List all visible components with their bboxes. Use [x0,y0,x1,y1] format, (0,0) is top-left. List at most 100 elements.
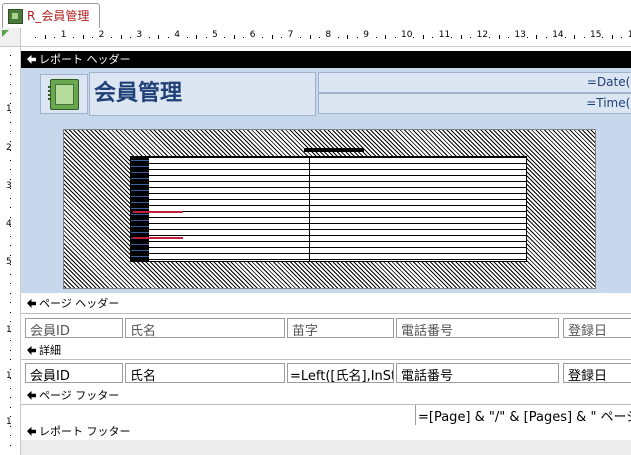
ruler-dot [10,55,11,56]
ruler-number: 4 [174,30,180,40]
ruler-number: 11 [438,30,451,40]
ruler-dot [73,37,75,38]
ruler-dot [186,37,188,38]
ruler-dot [10,359,11,360]
ruler-dot [10,406,11,408]
report-title: 会員管理 [94,81,183,106]
notebook-icon [48,79,79,110]
ruler-dot [10,121,11,123]
vertical-ruler[interactable]: 12345111 [0,47,21,455]
ruler-dot [10,264,11,265]
section-arrow-icon [27,427,36,436]
ruler-number: 1 [60,30,67,40]
ruler-dot [10,425,11,427]
ruler-dot [10,416,11,417]
section-bar-report-header[interactable]: レポート ヘッダー [21,51,631,68]
ruler-dot [10,387,11,389]
section-bar-report-footer[interactable]: レポート フッター [21,425,631,439]
ruler-dot [470,37,472,38]
ruler-dot [10,74,11,75]
ruler-dot [262,37,264,38]
ruler-dot [10,397,11,398]
ruler-dot [10,235,11,237]
page-header-band[interactable]: 会員ID 氏名 苗字 電話番号 登録日 [21,314,631,342]
section-bar-page-header[interactable]: ページ ヘッダー [21,297,631,311]
ruler-dot [10,444,11,446]
ruler-dot [10,245,11,246]
ruler-dot [148,37,150,38]
section-label: ページ ヘッダー [39,297,120,310]
ruler-dot [621,37,623,38]
ruler-number: 8 [325,30,332,40]
subreport-control[interactable] [63,129,596,289]
section-bar-detail[interactable]: 詳細 [21,344,631,358]
title-label-control[interactable]: 会員管理 [89,72,316,116]
ruler-dot [564,37,566,38]
ruler-dot [10,378,11,379]
ruler-half-tick [271,35,273,39]
ruler-dot [281,37,283,38]
section-arrow-icon [27,346,36,355]
textbox-phone[interactable]: 電話番号 [396,363,559,383]
tab-report[interactable]: R_会員管理 [2,3,100,28]
ruler-half-tick [309,35,311,39]
ruler-number: 9 [363,30,369,40]
report-selector[interactable] [0,28,21,47]
section-bar-page-footer[interactable]: ページ フッター [21,389,631,403]
report-icon [8,9,23,24]
textbox-page-number[interactable]: =[Page] & "/" & [Pages] & " ページ" [415,405,631,425]
ruler-dot [10,254,11,256]
label-phone[interactable]: 電話番号 [396,318,559,338]
tab-label: R_会員管理 [27,9,90,23]
ruler-dot [375,37,377,38]
ruler-dot [10,216,11,218]
ruler-dot [10,226,11,227]
label-registered-date[interactable]: 登録日 [563,318,631,338]
ruler-dot [526,37,528,38]
ruler-half-tick [120,35,122,39]
ruler-dot [10,112,11,113]
ruler-number: 2 [98,30,105,40]
textbox-surname-expression[interactable]: =Left([氏名],InStr([氏名] [287,363,394,383]
ruler-half-tick [536,35,538,39]
date-expression: =Date() [586,75,631,89]
ruler-half-tick [233,35,235,39]
label-member-id[interactable]: 会員ID [25,318,123,338]
ruler-dot [10,340,11,341]
page-footer-band[interactable]: =[Page] & "/" & [Pages] & " ページ" [21,405,631,425]
ruler-dot [432,37,434,38]
ruler-dot [167,37,169,38]
ruler-number: 3 [136,30,143,40]
textbox-member-id[interactable]: 会員ID [25,363,123,383]
ruler-half-tick [574,35,576,39]
ruler-number: 10 [401,30,413,40]
ruler-number: 1 [6,371,12,381]
report-footer-band[interactable] [21,440,631,455]
ruler-half-tick [422,35,424,39]
ruler-dot [10,283,11,284]
label-surname[interactable]: 苗字 [287,318,394,338]
section-label: ページ フッター [39,389,120,402]
time-textbox[interactable]: =Time() [318,93,631,114]
logo-control[interactable] [40,74,88,114]
time-expression: =Time() [586,96,631,110]
ruler-dot [489,37,491,38]
subreport-column-divider [309,157,310,261]
ruler-dot [507,37,509,38]
subreport-highlight [133,211,183,213]
date-textbox[interactable]: =Date() [318,72,631,93]
subreport-highlight [133,237,183,239]
detail-band[interactable]: 会員ID 氏名 =Left([氏名],InStr([氏名] 電話番号 登録日 [21,360,631,387]
subreport-id-column [131,157,149,261]
ruler-number: 13 [514,30,526,40]
ruler-dot [10,131,11,132]
ruler-half-tick [82,35,84,39]
horizontal-ruler[interactable]: 12345678910111213141516 [21,28,631,47]
ruler-dot [10,292,11,294]
ruler-dot [545,37,547,38]
section-arrow-icon [27,55,36,64]
label-name[interactable]: 氏名 [125,318,285,338]
textbox-registered-date[interactable]: 登録日 [563,363,631,383]
textbox-name[interactable]: 氏名 [125,363,285,383]
ruler-dot [10,178,11,180]
